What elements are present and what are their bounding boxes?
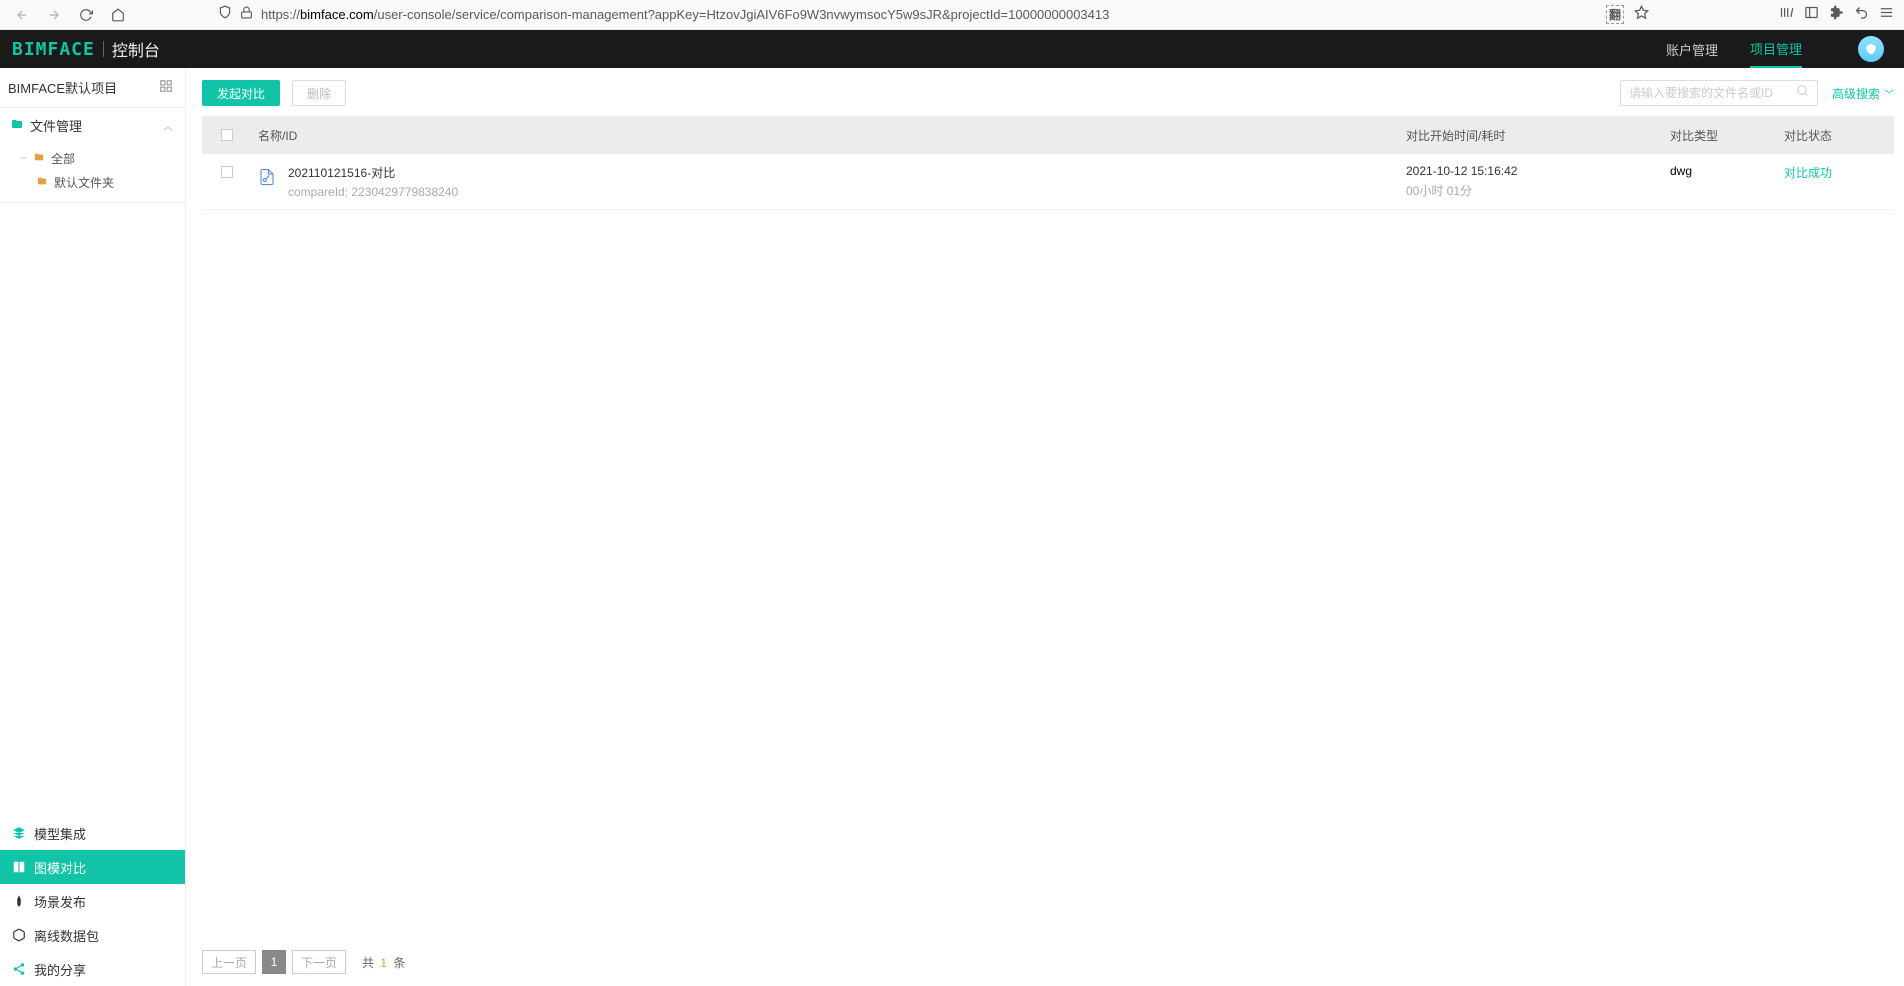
compare-status: 对比成功	[1784, 164, 1894, 199]
avatar[interactable]	[1858, 36, 1884, 62]
adv-search-label: 高级搜索	[1832, 85, 1880, 102]
th-time: 对比开始时间/耗时	[1406, 127, 1670, 144]
offline-package-label: 离线数据包	[34, 926, 99, 945]
search-box[interactable]	[1620, 80, 1818, 106]
grid-icon[interactable]	[159, 79, 173, 96]
nav-forward-button[interactable]	[42, 3, 66, 27]
tree-all-label: 全部	[51, 150, 75, 167]
tree-item-all[interactable]: − 全部	[0, 146, 185, 170]
logo[interactable]: BIMFACE 控制台	[12, 37, 160, 61]
content-area: 发起对比 删除 高级搜索 ﹀ 名称/ID 对比开始时间/耗时 对比类型 对比状态	[186, 68, 1904, 986]
nav-home-button[interactable]	[106, 3, 130, 27]
rocket-icon	[12, 894, 26, 908]
chevron-up-icon: ︿	[163, 118, 173, 133]
url-domain: bimface.com	[300, 7, 374, 22]
shield-icon[interactable]	[218, 5, 232, 24]
project-name-label: BIMFACE默认项目	[8, 78, 117, 97]
pagination-total: 共 1 条	[362, 954, 405, 971]
sidebar-item-scene-publish[interactable]: 场景发布	[0, 884, 185, 918]
sidebar: BIMFACE默认项目 文件管理 ︿ −	[0, 68, 186, 986]
delete-button[interactable]: 删除	[292, 80, 346, 106]
compare-time: 2021-10-12 15:16:42	[1406, 164, 1670, 178]
logo-mark: BIMFACE	[12, 39, 95, 60]
file-icon	[258, 166, 278, 199]
url-path: /user-console/service/comparison-managem…	[374, 7, 1110, 22]
table-header: 名称/ID 对比开始时间/耗时 对比类型 对比状态	[202, 116, 1894, 154]
pagination: 上一页 1 下一页 共 1 条	[202, 950, 405, 974]
model-integration-label: 模型集成	[34, 824, 86, 843]
total-prefix: 共	[362, 956, 374, 970]
logo-divider	[103, 41, 104, 57]
header-link-project[interactable]: 项目管理	[1750, 30, 1802, 68]
menu-icon[interactable]	[1879, 5, 1894, 25]
logo-text: 控制台	[112, 37, 160, 61]
project-selector[interactable]: BIMFACE默认项目	[0, 68, 185, 108]
tree-default-folder-label: 默认文件夹	[54, 174, 114, 191]
my-share-label: 我的分享	[34, 960, 86, 979]
row-checkbox[interactable]	[221, 166, 233, 178]
sidebar-toggle-icon[interactable]	[1804, 5, 1819, 25]
sidebar-item-model-integration[interactable]: 模型集成	[0, 816, 185, 850]
file-name: 202110121516-对比	[288, 164, 458, 181]
sidebar-item-file-management[interactable]: 文件管理 ︿	[0, 108, 185, 142]
nav-reload-button[interactable]	[74, 3, 98, 27]
compare-duration: 00小时 01分	[1406, 182, 1670, 199]
compare-table: 名称/ID 对比开始时间/耗时 对比类型 对比状态 202110121516-对…	[202, 116, 1894, 210]
total-count: 1	[380, 956, 387, 970]
next-page-button[interactable]: 下一页	[292, 950, 346, 974]
total-suffix: 条	[393, 956, 405, 970]
nav-back-button[interactable]	[10, 3, 34, 27]
sidebar-item-offline-package[interactable]: 离线数据包	[0, 918, 185, 952]
advanced-search-link[interactable]: 高级搜索 ﹀	[1832, 85, 1894, 102]
tree-item-default-folder[interactable]: 默认文件夹	[0, 170, 185, 194]
diagram-compare-label: 图模对比	[34, 858, 86, 877]
file-id: compareId: 2230429779838240	[288, 185, 458, 199]
toolbar: 发起对比 删除 高级搜索 ﹀	[202, 80, 1894, 106]
url-scheme: https://	[261, 7, 300, 22]
minus-icon: −	[20, 151, 27, 165]
start-compare-button[interactable]: 发起对比	[202, 80, 280, 106]
folder-icon	[36, 175, 48, 189]
browser-toolbar: https://bimface.com/user-console/service…	[0, 0, 1904, 30]
url-bar[interactable]: https://bimface.com/user-console/service…	[261, 7, 1596, 22]
share-icon	[12, 962, 26, 976]
bookmark-star-icon[interactable]	[1634, 5, 1649, 25]
file-id-label: compareId:	[288, 185, 348, 199]
search-input[interactable]	[1629, 86, 1796, 100]
library-icon[interactable]	[1779, 5, 1794, 25]
table-row[interactable]: 202110121516-对比 compareId: 2230429779838…	[202, 154, 1894, 210]
th-type: 对比类型	[1670, 127, 1784, 144]
th-status: 对比状态	[1784, 127, 1894, 144]
page-number-current[interactable]: 1	[262, 950, 286, 974]
undo-icon[interactable]	[1854, 5, 1869, 25]
file-id-value: 2230429779838240	[351, 185, 458, 199]
select-all-checkbox[interactable]	[221, 129, 233, 141]
package-icon	[12, 928, 26, 942]
sidebar-item-diagram-compare[interactable]: 图模对比	[0, 850, 185, 884]
folder-icon	[33, 151, 45, 165]
folder-icon	[10, 118, 24, 133]
file-mgmt-label: 文件管理	[30, 116, 82, 135]
search-icon[interactable]	[1796, 84, 1809, 102]
compare-type: dwg	[1670, 164, 1784, 199]
chevron-down-icon: ﹀	[1884, 86, 1894, 101]
header-link-account[interactable]: 账户管理	[1666, 30, 1718, 68]
th-name: 名称/ID	[252, 127, 1406, 144]
extension-icon[interactable]	[1829, 5, 1844, 25]
scene-publish-label: 场景发布	[34, 892, 86, 911]
layers-icon	[12, 826, 26, 840]
sidebar-item-my-share[interactable]: 我的分享	[0, 952, 185, 986]
translate-icon[interactable]: 翻	[1606, 5, 1624, 24]
compare-icon	[12, 860, 26, 874]
app-header: BIMFACE 控制台 账户管理 项目管理	[0, 30, 1904, 68]
prev-page-button[interactable]: 上一页	[202, 950, 256, 974]
lock-icon[interactable]	[240, 6, 253, 24]
